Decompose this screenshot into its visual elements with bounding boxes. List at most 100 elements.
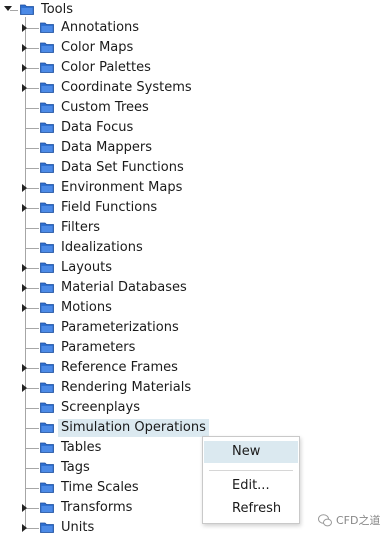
- folder-icon: [40, 322, 54, 333]
- tree-node-time-scales[interactable]: Time Scales: [0, 478, 390, 498]
- tree-connector: [26, 328, 39, 329]
- tree-node-filters[interactable]: Filters: [0, 218, 390, 238]
- tree-node-tables[interactable]: Tables: [0, 438, 390, 458]
- expand-arrow-icon[interactable]: [22, 524, 27, 532]
- tree-node-simulation-operations[interactable]: Simulation Operations: [0, 418, 390, 438]
- folder-icon: [40, 362, 54, 373]
- folder-icon: [40, 302, 54, 313]
- context-menu: New Edit... Refresh: [202, 436, 300, 524]
- tree-node-parameterizations[interactable]: Parameterizations: [0, 318, 390, 338]
- tree-node-label: Filters: [61, 220, 100, 235]
- menu-item-edit[interactable]: Edit...: [204, 475, 298, 497]
- tree-node-label: Simulation Operations: [58, 419, 209, 437]
- folder-icon: [40, 82, 54, 93]
- tree-connector: [26, 368, 39, 369]
- expand-arrow-icon[interactable]: [22, 284, 27, 292]
- folder-icon: [40, 42, 54, 53]
- tree-node-label: Data Mappers: [61, 140, 152, 155]
- expand-arrow-icon[interactable]: [22, 504, 27, 512]
- tree-node-parameters[interactable]: Parameters: [0, 338, 390, 358]
- tree-connector: [26, 108, 39, 109]
- tree-node-color-palettes[interactable]: Color Palettes: [0, 58, 390, 78]
- expand-arrow-icon[interactable]: [22, 44, 27, 52]
- tree-node-annotations[interactable]: Annotations: [0, 18, 390, 38]
- folder-icon: [40, 162, 54, 173]
- tree-connector: [26, 528, 39, 529]
- tree-node-screenplays[interactable]: Screenplays: [0, 398, 390, 418]
- tree-connector: [26, 248, 39, 249]
- tree-connector: [26, 288, 39, 289]
- tree-node-label: Units: [61, 520, 95, 535]
- menu-item-refresh[interactable]: Refresh: [204, 498, 298, 520]
- folder-icon: [40, 22, 54, 33]
- tree-node-tools[interactable]: Tools: [0, 0, 390, 20]
- tree-node-label: Tools: [41, 2, 74, 17]
- folder-icon: [40, 462, 54, 473]
- tree-node-motions[interactable]: Motions: [0, 298, 390, 318]
- tree-connector: [26, 388, 39, 389]
- wechat-icon: [318, 514, 332, 527]
- tree-node-label: Custom Trees: [61, 100, 149, 115]
- tree-node-data-set-functions[interactable]: Data Set Functions: [0, 158, 390, 178]
- tree-node-idealizations[interactable]: Idealizations: [0, 238, 390, 258]
- tree-node-label: Reference Frames: [61, 360, 178, 375]
- tree-node-layouts[interactable]: Layouts: [0, 258, 390, 278]
- tree-connector: [26, 428, 39, 429]
- expand-arrow-icon[interactable]: [22, 84, 27, 92]
- folder-icon: [40, 262, 54, 273]
- tree-connector: [26, 48, 39, 49]
- tree-node-rendering-materials[interactable]: Rendering Materials: [0, 378, 390, 398]
- tree-node-label: Data Set Functions: [61, 160, 184, 175]
- tree-connector: [10, 10, 18, 11]
- tree-node-label: Idealizations: [61, 240, 143, 255]
- tree-connector: [26, 508, 39, 509]
- tree-node-label: Color Maps: [61, 40, 134, 55]
- expand-arrow-icon[interactable]: [22, 24, 27, 32]
- tree-node-label: Motions: [61, 300, 112, 315]
- expand-arrow-icon[interactable]: [22, 184, 27, 192]
- tree-connector: [26, 448, 39, 449]
- tree-node-data-focus[interactable]: Data Focus: [0, 118, 390, 138]
- tree-node-label: Tables: [61, 440, 102, 455]
- tree-connector: [26, 488, 39, 489]
- expand-arrow-icon[interactable]: [22, 304, 27, 312]
- tree-node-field-functions[interactable]: Field Functions: [0, 198, 390, 218]
- tree-node-label: Parameterizations: [61, 320, 179, 335]
- tree-node-tags[interactable]: Tags: [0, 458, 390, 478]
- tree-node-label: Color Palettes: [61, 60, 151, 75]
- expand-arrow-icon[interactable]: [22, 364, 27, 372]
- tree-connector: [26, 348, 39, 349]
- tree-node-label: Screenplays: [61, 400, 140, 415]
- folder-icon: [40, 342, 54, 353]
- tree-node-label: Transforms: [61, 500, 133, 515]
- folder-icon: [40, 142, 54, 153]
- menu-item-new[interactable]: New: [204, 441, 298, 463]
- tree-node-custom-trees[interactable]: Custom Trees: [0, 98, 390, 118]
- tree-node-label: Environment Maps: [61, 180, 183, 195]
- tree-node-label: Coordinate Systems: [61, 80, 192, 95]
- tree-connector: [26, 468, 39, 469]
- folder-icon: [40, 202, 54, 213]
- expand-arrow-icon[interactable]: [22, 64, 27, 72]
- tree-node-coordinate-systems[interactable]: Coordinate Systems: [0, 78, 390, 98]
- tree-node-label: Layouts: [61, 260, 112, 275]
- expand-arrow-icon[interactable]: [22, 264, 27, 272]
- expand-arrow-icon[interactable]: [22, 384, 27, 392]
- folder-icon: [40, 222, 54, 233]
- watermark: CFD之道: [318, 512, 388, 530]
- tree-node-color-maps[interactable]: Color Maps: [0, 38, 390, 58]
- folder-icon: [40, 442, 54, 453]
- expand-arrow-icon[interactable]: [22, 204, 27, 212]
- tree-node-environment-maps[interactable]: Environment Maps: [0, 178, 390, 198]
- tree-connector: [26, 88, 39, 89]
- tree-connector: [26, 28, 39, 29]
- tree-node-material-databases[interactable]: Material Databases: [0, 278, 390, 298]
- tree-connector: [26, 128, 39, 129]
- menu-separator: [209, 470, 293, 471]
- folder-icon: [40, 422, 54, 433]
- tree-node-data-mappers[interactable]: Data Mappers: [0, 138, 390, 158]
- tree-connector: [26, 148, 39, 149]
- tree-node-reference-frames[interactable]: Reference Frames: [0, 358, 390, 378]
- folder-icon: [40, 242, 54, 253]
- folder-icon: [40, 102, 54, 113]
